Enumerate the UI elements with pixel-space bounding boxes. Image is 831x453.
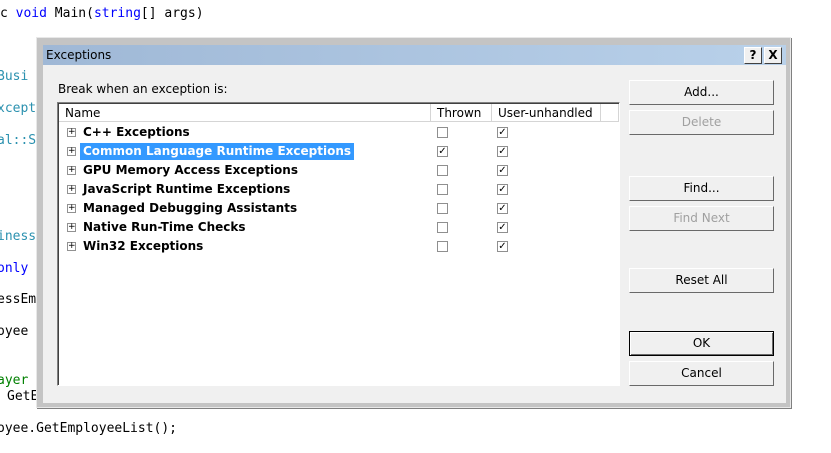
break-label: Break when an exception is: <box>58 82 228 96</box>
ok-button[interactable]: OK <box>629 331 774 356</box>
exceptions-dialog: Exceptions ? X Break when an exception i… <box>36 37 791 408</box>
user-unhandled-checkbox[interactable]: ✓ <box>497 241 508 252</box>
expand-icon[interactable]: + <box>67 128 76 137</box>
exception-category-row[interactable]: + JavaScript Runtime Exceptions ✓ <box>59 180 619 199</box>
exception-category-row[interactable]: + GPU Memory Access Exceptions ✓ <box>59 161 619 180</box>
exception-category-row[interactable]: + Common Language Runtime Exceptions ✓ ✓ <box>59 142 619 161</box>
user-unhandled-checkbox[interactable]: ✓ <box>497 127 508 138</box>
expand-icon[interactable]: + <box>67 185 76 194</box>
code-line: xcept <box>0 101 37 116</box>
user-unhandled-checkbox[interactable]: ✓ <box>497 222 508 233</box>
dialog-title: Exceptions <box>46 48 112 62</box>
category-name: C++ Exceptions <box>83 125 190 139</box>
user-unhandled-checkbox[interactable]: ✓ <box>497 184 508 195</box>
user-unhandled-checkbox[interactable]: ✓ <box>497 146 508 157</box>
column-header-filler <box>601 104 619 122</box>
code-line: iness <box>0 229 37 244</box>
find-next-button[interactable]: Find Next <box>629 206 774 231</box>
exception-category-row[interactable]: + C++ Exceptions ✓ <box>59 123 619 142</box>
column-header-user-unhandled[interactable]: User-unhandled <box>492 104 601 122</box>
thrown-checkbox[interactable] <box>437 222 448 233</box>
user-unhandled-checkbox[interactable]: ✓ <box>497 203 508 214</box>
code-line: oyee.GetEmployeeList(); <box>0 421 178 436</box>
exception-category-row[interactable]: + Native Run-Time Checks ✓ <box>59 218 619 237</box>
thrown-checkbox[interactable]: ✓ <box>437 146 448 157</box>
thrown-checkbox[interactable] <box>437 184 448 195</box>
find-button[interactable]: Find... <box>629 176 774 201</box>
category-name: Native Run-Time Checks <box>83 220 246 234</box>
expand-icon[interactable]: + <box>67 166 76 175</box>
cancel-button[interactable]: Cancel <box>629 361 774 386</box>
code-line: only <box>0 261 29 276</box>
code-line: al::S <box>0 133 37 148</box>
add-button[interactable]: Add... <box>629 80 774 105</box>
column-header-thrown[interactable]: Thrown <box>431 104 492 122</box>
thrown-checkbox[interactable] <box>437 165 448 176</box>
column-header-name[interactable]: Name <box>59 104 431 122</box>
category-name: JavaScript Runtime Exceptions <box>83 182 291 196</box>
expand-icon[interactable]: + <box>67 242 76 251</box>
category-name: Common Language Runtime Exceptions <box>80 143 355 160</box>
close-button[interactable]: X <box>764 47 782 64</box>
user-unhandled-checkbox[interactable]: ✓ <box>497 165 508 176</box>
exceptions-tree-list[interactable]: Name Thrown User-unhandled + C++ Excepti… <box>57 102 620 386</box>
category-name: Win32 Exceptions <box>83 239 204 253</box>
expand-icon[interactable]: + <box>67 147 76 156</box>
thrown-checkbox[interactable] <box>437 241 448 252</box>
thrown-checkbox[interactable] <box>437 203 448 214</box>
code-line: ayer <box>0 373 29 388</box>
delete-button[interactable]: Delete <box>629 110 774 135</box>
thrown-checkbox[interactable] <box>437 127 448 138</box>
help-button[interactable]: ? <box>744 47 762 64</box>
category-name: GPU Memory Access Exceptions <box>83 163 298 177</box>
reset-all-button[interactable]: Reset All <box>629 268 774 293</box>
exception-category-row[interactable]: + Win32 Exceptions ✓ <box>59 237 619 256</box>
code-line: Busi <box>0 69 29 84</box>
exception-category-row[interactable]: + Managed Debugging Assistants ✓ <box>59 199 619 218</box>
code-line: c void Main(string[] args) <box>0 6 204 21</box>
expand-icon[interactable]: + <box>67 223 76 232</box>
dialog-title-bar[interactable]: Exceptions ? X <box>43 45 786 65</box>
category-name: Managed Debugging Assistants <box>83 201 298 215</box>
expand-icon[interactable]: + <box>67 204 76 213</box>
code-line: essEm <box>0 292 37 307</box>
code-line: GetE <box>7 389 39 404</box>
code-line: oyee <box>0 324 29 339</box>
